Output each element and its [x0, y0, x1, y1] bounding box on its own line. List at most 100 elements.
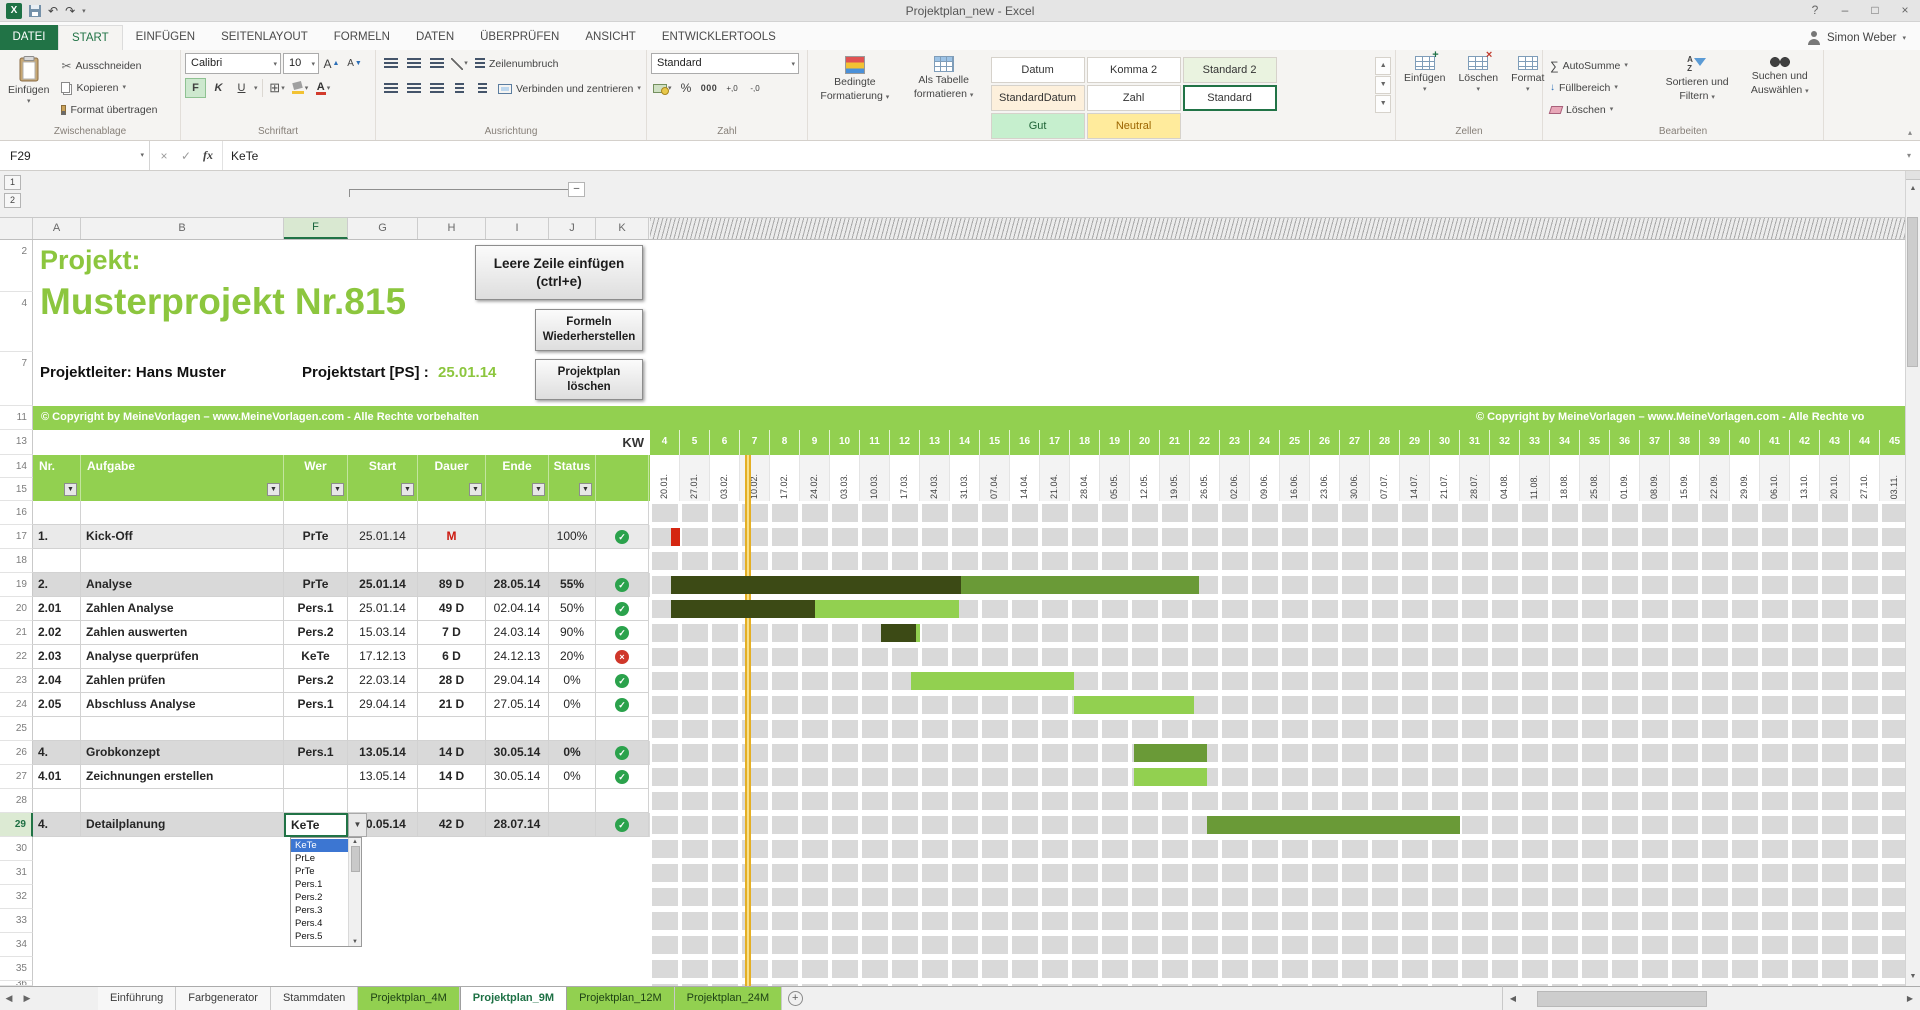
- row-header-19[interactable]: 19: [0, 573, 33, 597]
- row-header-28[interactable]: 28: [0, 789, 33, 813]
- autosum-button[interactable]: ∑AutoSumme▾: [1547, 55, 1654, 76]
- cell[interactable]: [486, 717, 549, 741]
- tab-einfügen[interactable]: EINFÜGEN: [123, 25, 208, 50]
- cell[interactable]: [33, 933, 81, 957]
- row-header-24[interactable]: 24: [0, 693, 33, 717]
- grow-font-button[interactable]: A▲: [321, 54, 342, 74]
- style-Datum[interactable]: Datum: [991, 57, 1085, 83]
- save-icon[interactable]: [29, 5, 41, 17]
- row-header-30[interactable]: 30: [0, 837, 33, 861]
- row-header-17[interactable]: 17: [0, 525, 33, 549]
- row-header-13[interactable]: 13: [0, 430, 33, 455]
- cell[interactable]: [486, 837, 549, 861]
- column-header-G[interactable]: G: [348, 218, 418, 239]
- cell[interactable]: [284, 957, 348, 981]
- cell[interactable]: [81, 501, 284, 525]
- decrease-decimal-button[interactable]: -,0: [745, 78, 766, 98]
- cell[interactable]: Pers.1: [284, 741, 348, 765]
- cell[interactable]: ✓: [596, 573, 649, 597]
- sheet-tab-Projektplan_24M[interactable]: Projektplan_24M: [675, 987, 783, 1010]
- cell[interactable]: PrTe: [284, 573, 348, 597]
- cell[interactable]: [418, 861, 486, 885]
- cell[interactable]: 1.: [33, 525, 81, 549]
- minimize-button[interactable]: –: [1830, 0, 1860, 21]
- cell[interactable]: 13.05.14: [348, 741, 418, 765]
- cell[interactable]: [596, 909, 649, 933]
- scroll-up-icon[interactable]: ▲: [352, 839, 358, 845]
- cell[interactable]: [418, 549, 486, 573]
- cell[interactable]: [284, 549, 348, 573]
- cell[interactable]: 02.04.14: [486, 597, 549, 621]
- gallery-up-button[interactable]: ▲: [1375, 57, 1391, 75]
- cell[interactable]: [418, 789, 486, 813]
- insert-function-icon[interactable]: fx: [198, 148, 218, 163]
- sheet-tab-Einführung[interactable]: Einführung: [98, 987, 176, 1010]
- cell[interactable]: ✓: [596, 525, 649, 549]
- cell[interactable]: Pers.2: [284, 669, 348, 693]
- underline-button[interactable]: U: [231, 78, 252, 98]
- tab-entwicklertools[interactable]: ENTWICKLERTOOLS: [649, 25, 789, 50]
- filter-button[interactable]: ▼: [267, 483, 280, 496]
- style-Komma 2[interactable]: Komma 2: [1087, 57, 1181, 83]
- copy-button[interactable]: Kopieren▾: [58, 77, 160, 98]
- cell[interactable]: 50%: [549, 597, 596, 621]
- split-handle[interactable]: [1906, 171, 1920, 180]
- tab-ansicht[interactable]: ANSICHT: [572, 25, 648, 50]
- dropdown-scrollbar[interactable]: ▲ ▼: [348, 838, 361, 946]
- sheet-tab-Projektplan_4M[interactable]: Projektplan_4M: [358, 987, 459, 1010]
- restore-formulas-button[interactable]: FormelnWiederherstellen: [535, 309, 643, 351]
- column-header-K[interactable]: K: [596, 218, 649, 239]
- cell[interactable]: [486, 909, 549, 933]
- increase-indent-button[interactable]: [472, 79, 493, 99]
- cell[interactable]: [418, 885, 486, 909]
- cell[interactable]: M: [418, 525, 486, 549]
- cell[interactable]: [33, 909, 81, 933]
- tab-überprüfen[interactable]: ÜBERPRÜFEN: [467, 25, 572, 50]
- paste-dropdown-icon[interactable]: ▾: [27, 98, 31, 105]
- cell[interactable]: ✓: [596, 765, 649, 789]
- align-top-button[interactable]: [380, 54, 401, 74]
- row-header-27[interactable]: 27: [0, 765, 33, 789]
- cell[interactable]: [549, 813, 596, 837]
- style-Standard[interactable]: Standard: [1183, 85, 1277, 111]
- cell[interactable]: ✓: [596, 693, 649, 717]
- cut-button[interactable]: ✂Ausschneiden: [58, 55, 160, 76]
- help-button[interactable]: ?: [1800, 0, 1830, 21]
- filter-button[interactable]: ▼: [532, 483, 545, 496]
- cell[interactable]: [596, 933, 649, 957]
- cell[interactable]: 29.04.14: [486, 669, 549, 693]
- row-header-35[interactable]: 35: [0, 957, 33, 981]
- cell[interactable]: Analyse: [81, 573, 284, 597]
- cell[interactable]: [348, 957, 418, 981]
- cell[interactable]: [549, 861, 596, 885]
- cell[interactable]: [549, 501, 596, 525]
- vertical-scrollbar[interactable]: ▲ ▼: [1905, 171, 1920, 986]
- sheet-nav-right-icon[interactable]: ▶: [18, 987, 36, 1010]
- filter-button[interactable]: ▼: [331, 483, 344, 496]
- cell[interactable]: Pers.2: [284, 621, 348, 645]
- new-sheet-button[interactable]: +: [782, 987, 808, 1010]
- row-header-33[interactable]: 33: [0, 909, 33, 933]
- redo-icon[interactable]: ↷: [65, 5, 75, 17]
- cell[interactable]: Zahlen Analyse: [81, 597, 284, 621]
- align-center-button[interactable]: [403, 79, 424, 99]
- align-left-button[interactable]: [380, 79, 401, 99]
- cell[interactable]: 100%: [549, 525, 596, 549]
- cell[interactable]: 4.: [33, 741, 81, 765]
- cell[interactable]: [418, 909, 486, 933]
- cell[interactable]: [33, 861, 81, 885]
- dropdown-option-Pers.1[interactable]: Pers.1: [291, 878, 348, 891]
- tab-daten[interactable]: DATEN: [403, 25, 467, 50]
- cell[interactable]: ✓: [596, 741, 649, 765]
- row-header-25[interactable]: 25: [0, 717, 33, 741]
- dropdown-option-Pers.4[interactable]: Pers.4: [291, 917, 348, 930]
- cell[interactable]: [596, 885, 649, 909]
- cell[interactable]: 30.05.14: [486, 741, 549, 765]
- cell[interactable]: 42 D: [418, 813, 486, 837]
- conditional-formatting-button[interactable]: Bedingte Formatierung ▾: [812, 53, 898, 140]
- cell[interactable]: [81, 717, 284, 741]
- filter-button[interactable]: ▼: [469, 483, 482, 496]
- cell[interactable]: Kick-Off: [81, 525, 284, 549]
- column-header-A[interactable]: A: [33, 218, 81, 239]
- cell[interactable]: ✓: [596, 597, 649, 621]
